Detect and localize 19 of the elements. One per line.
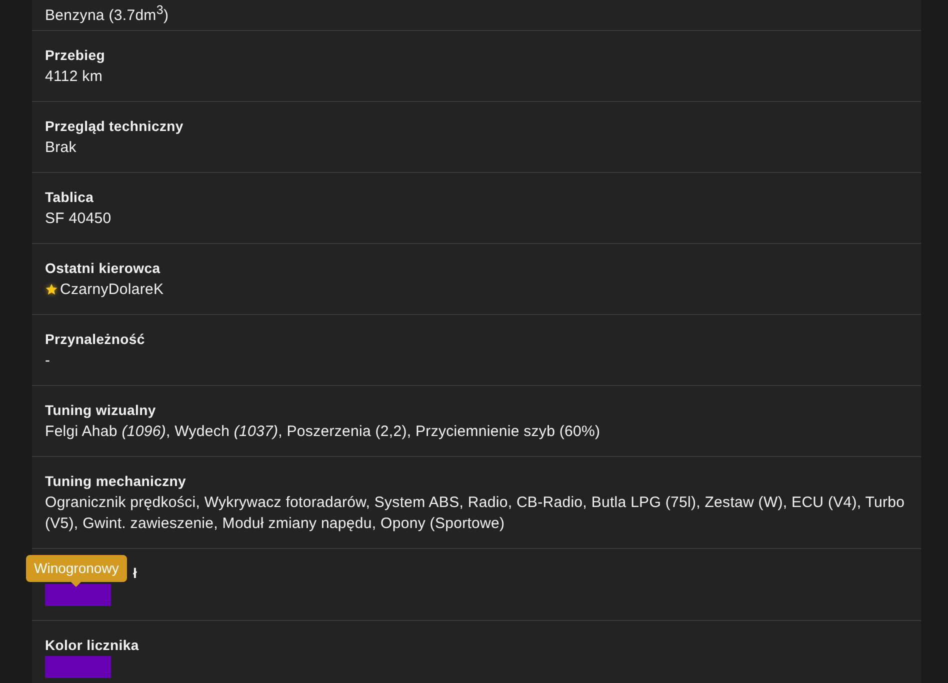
field-value: Felgi Ahab (1096), Wydech (1037), Poszerzenia (2,2), Przyciemnienie szyb (60%) [45, 422, 602, 442]
field-value: Brak [45, 138, 78, 158]
field-value: - [45, 351, 52, 371]
tooltip: Winogronowy [26, 555, 127, 587]
field-label: Ostatni kierowca [45, 259, 162, 278]
field-label: Tuning mechaniczny [45, 472, 188, 491]
field-label: Kolor licznika [45, 636, 140, 655]
field-label: ł [133, 564, 138, 583]
star-icon [45, 283, 58, 296]
field-value: Benzyna (3.7dm$^{3}$) [45, 2, 170, 26]
field-value: Ogranicznik prędkości, Wykrywacz fotoradarów, System ABS, Radio, CB-Radio, Butla LPG (75l), Zestaw (W), ECU (V4), Turbo (V5), Gwint. zawieszenie, Moduł zmiany napędu, Opony (Sportowe) [45, 493, 906, 534]
field-label: Przegląd techniczny [45, 117, 184, 136]
field-value: 4112 km [45, 67, 104, 87]
field-label: Przynależność [45, 330, 146, 349]
field-value: SF 40450 [45, 209, 112, 229]
field-label: Przebieg [45, 46, 106, 65]
driver-name: CzarnyDolareK [60, 280, 164, 300]
field-label: Tuning wizualny [45, 401, 157, 420]
field-label: Tablica [45, 188, 95, 207]
